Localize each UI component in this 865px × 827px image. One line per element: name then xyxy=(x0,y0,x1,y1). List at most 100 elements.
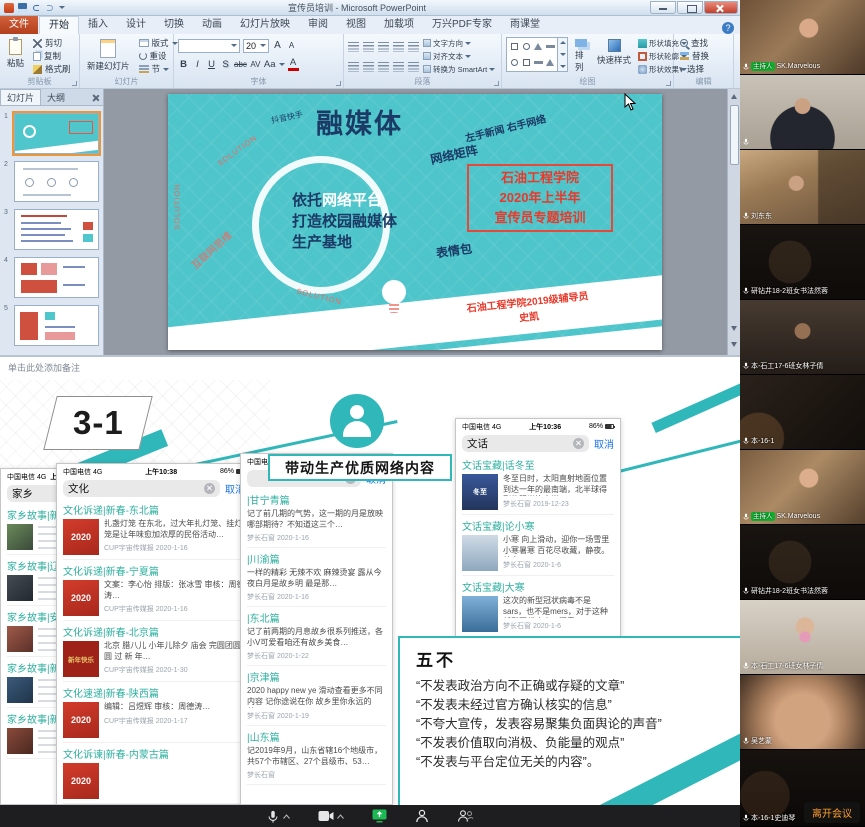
video-button[interactable] xyxy=(318,810,344,822)
columns-icon[interactable] xyxy=(408,62,419,72)
clear-icon[interactable] xyxy=(204,483,215,494)
participant-video[interactable]: 本-石工17-6班女林子倩 xyxy=(740,600,865,675)
save-icon[interactable] xyxy=(18,3,27,12)
increase-indent-icon[interactable] xyxy=(393,42,404,52)
copy-button[interactable]: 复制 xyxy=(31,50,73,62)
align-text-button[interactable]: 对齐文本 xyxy=(423,50,495,62)
slide-thumbnail-5[interactable] xyxy=(14,305,99,346)
share-screen-button[interactable] xyxy=(372,809,387,823)
select-button[interactable]: 选择 xyxy=(678,63,711,75)
article-item[interactable]: 文化诉谏|新春-内蒙古篇 2020 xyxy=(63,743,245,804)
article-item[interactable]: 文化诉递|新春-东北篇 2020 扎盏灯笼 在东北，过大年扎灯笼、挂灯笼是让年味… xyxy=(63,499,245,560)
tab-file[interactable]: 文件 xyxy=(0,16,38,34)
cancel-button[interactable]: 取消 xyxy=(594,436,614,451)
slide-word-douyin[interactable]: 抖音快手 xyxy=(270,109,304,126)
panel-tab-outline[interactable]: 大纲 xyxy=(41,90,71,105)
chevron-up-icon[interactable] xyxy=(337,814,344,819)
scrollbar-thumb[interactable] xyxy=(730,105,739,165)
clear-icon[interactable] xyxy=(573,438,584,449)
participant-video[interactable]: 研钻井18-2班女书法然蓉 xyxy=(740,525,865,600)
align-left-icon[interactable] xyxy=(348,62,359,72)
participant-video[interactable] xyxy=(740,75,865,150)
tab-animations[interactable]: 动画 xyxy=(193,16,231,34)
participant-video[interactable]: 本-16-1 xyxy=(740,375,865,450)
quick-styles-button[interactable]: 快速样式 xyxy=(594,37,634,75)
slide-author[interactable]: 石油工程学院2019级辅导员 史凯 xyxy=(466,289,591,332)
font-size-select[interactable]: 20 xyxy=(243,39,269,53)
close-button[interactable] xyxy=(704,1,738,14)
undo-icon[interactable] xyxy=(31,4,41,12)
gallery-more-icon[interactable] xyxy=(560,65,566,68)
tab-insert[interactable]: 插入 xyxy=(79,16,117,34)
participant-video[interactable]: 吴艺蒙 xyxy=(740,675,865,750)
participant-video[interactable]: 本-石工17-6班女林子倩 xyxy=(740,300,865,375)
replace-button[interactable]: 替换 xyxy=(678,50,711,62)
text-shadow-button[interactable]: S xyxy=(220,58,231,71)
shapes-gallery-scroll[interactable] xyxy=(558,37,568,72)
minimize-button[interactable] xyxy=(650,1,676,14)
panel-tab-slides[interactable]: 幻灯片 xyxy=(0,89,41,105)
article-item[interactable]: |甘宁青篇 记了前几期的气势，这一期的月是放映哪部期待？不知道这三个… 梦长石窗… xyxy=(247,489,386,548)
slide-word-rongmeiti[interactable]: 融媒体 xyxy=(316,102,403,141)
format-painter-button[interactable]: 格式刷 xyxy=(31,63,73,75)
mute-button[interactable] xyxy=(266,809,290,824)
cut-button[interactable]: 剪切 xyxy=(31,37,73,49)
bullets-icon[interactable] xyxy=(348,42,359,52)
article-item[interactable]: 文化速递|新春-陕西篇 2020 编辑：吕煜辉 审核：周德涛…CUP宇宙传媒报 … xyxy=(63,682,245,743)
grow-font-button[interactable]: A xyxy=(272,39,283,52)
tab-wanxing-pdf[interactable]: 万兴PDF专家 xyxy=(423,16,501,34)
article-item[interactable]: 文化诉递|新春-宁夏篇 2020 文案：李心怡 排版：张冰雪 审核：周德涛…CU… xyxy=(63,560,245,621)
dialog-launcher-icon[interactable] xyxy=(494,81,499,86)
underline-button[interactable]: U xyxy=(206,58,217,71)
redo-icon[interactable] xyxy=(45,4,55,12)
font-color-button[interactable]: A xyxy=(288,58,299,71)
slide-thumbnail-1[interactable] xyxy=(14,113,99,154)
slide-thumbnail-3[interactable] xyxy=(14,209,99,250)
slide-canvas[interactable]: 融媒体 抖音快手 左手新闻 右手网络 网络矩阵 表情包 互联网思维 SOLUTI… xyxy=(168,94,662,350)
slide-thumbnail-2[interactable] xyxy=(14,161,99,202)
italic-button[interactable]: I xyxy=(192,58,203,71)
tab-transitions[interactable]: 切换 xyxy=(155,16,193,34)
bold-button[interactable]: B xyxy=(178,58,189,71)
scroll-up-icon[interactable] xyxy=(731,94,737,99)
shrink-font-button[interactable]: A xyxy=(286,39,297,52)
smartart-button[interactable]: 转换为 SmartArt xyxy=(423,63,495,75)
find-button[interactable]: 查找 xyxy=(678,37,711,49)
next-slide-icon[interactable] xyxy=(731,342,737,347)
article-item[interactable]: 文话宝藏|大寒 这次的新型冠状病毒不是sars，也不是mers，对于这种新型冠状… xyxy=(462,576,614,637)
article-item[interactable]: 文话宝藏|话冬至 冬至 冬至日时，太阳直射地面位置到达一年的最南端，北半球得到的… xyxy=(462,454,614,515)
maximize-button[interactable] xyxy=(677,1,703,14)
character-spacing-button[interactable]: AV xyxy=(250,58,261,71)
text-direction-button[interactable]: 文字方向 xyxy=(423,37,495,49)
leave-meeting-button[interactable]: 离开会议 xyxy=(804,802,860,823)
search-input[interactable]: 文话 xyxy=(462,435,589,452)
justify-icon[interactable] xyxy=(393,62,404,72)
tab-design[interactable]: 设计 xyxy=(117,16,155,34)
dialog-launcher-icon[interactable] xyxy=(666,81,671,86)
slide-thumbnail-4[interactable] xyxy=(14,257,99,298)
scroll-down-icon[interactable] xyxy=(560,53,566,56)
title-bar[interactable]: 宣传员培训 - Microsoft PowerPoint xyxy=(0,0,740,16)
strikethrough-button[interactable]: abc xyxy=(234,58,247,71)
align-center-icon[interactable] xyxy=(363,62,374,72)
dialog-launcher-icon[interactable] xyxy=(72,81,77,86)
notes-placeholder[interactable]: 单击此处添加备注 xyxy=(0,355,740,380)
panel-close-icon[interactable] xyxy=(90,92,101,103)
new-slide-button[interactable]: 新建幻灯片 xyxy=(84,37,133,75)
participants-button[interactable] xyxy=(415,809,429,823)
slide-word-meme[interactable]: 表情包 xyxy=(435,240,473,262)
tab-addins[interactable]: 加载项 xyxy=(375,16,423,34)
previous-slide-icon[interactable] xyxy=(731,326,737,331)
slide-main-title[interactable]: 依托网络平台 打造校园融媒体 生产基地 xyxy=(292,190,397,253)
search-input[interactable]: 文化 xyxy=(63,480,220,497)
vertical-scrollbar[interactable] xyxy=(727,89,740,355)
chevron-up-icon[interactable] xyxy=(283,814,290,819)
participant-video[interactable]: 主持人 SK.Marvelous xyxy=(740,450,865,525)
tab-view[interactable]: 视图 xyxy=(337,16,375,34)
tab-rain-classroom[interactable]: 雨课堂 xyxy=(501,16,549,34)
slide-word-solution[interactable]: SOLUTION xyxy=(173,183,182,229)
tab-slideshow[interactable]: 幻灯片放映 xyxy=(231,16,299,34)
article-item[interactable]: |川渝篇 一样的精彩 无辣不欢 麻辣烫宴 露从今夜白月是故乡明 最是那… 梦长石… xyxy=(247,548,386,607)
scroll-up-icon[interactable] xyxy=(560,41,566,44)
article-item[interactable]: 文话宝藏|论小寒 小寒 向上滑动，迎你一场雪里 小寒暑寒 百花尽收藏，静夜。梦亦… xyxy=(462,515,614,576)
